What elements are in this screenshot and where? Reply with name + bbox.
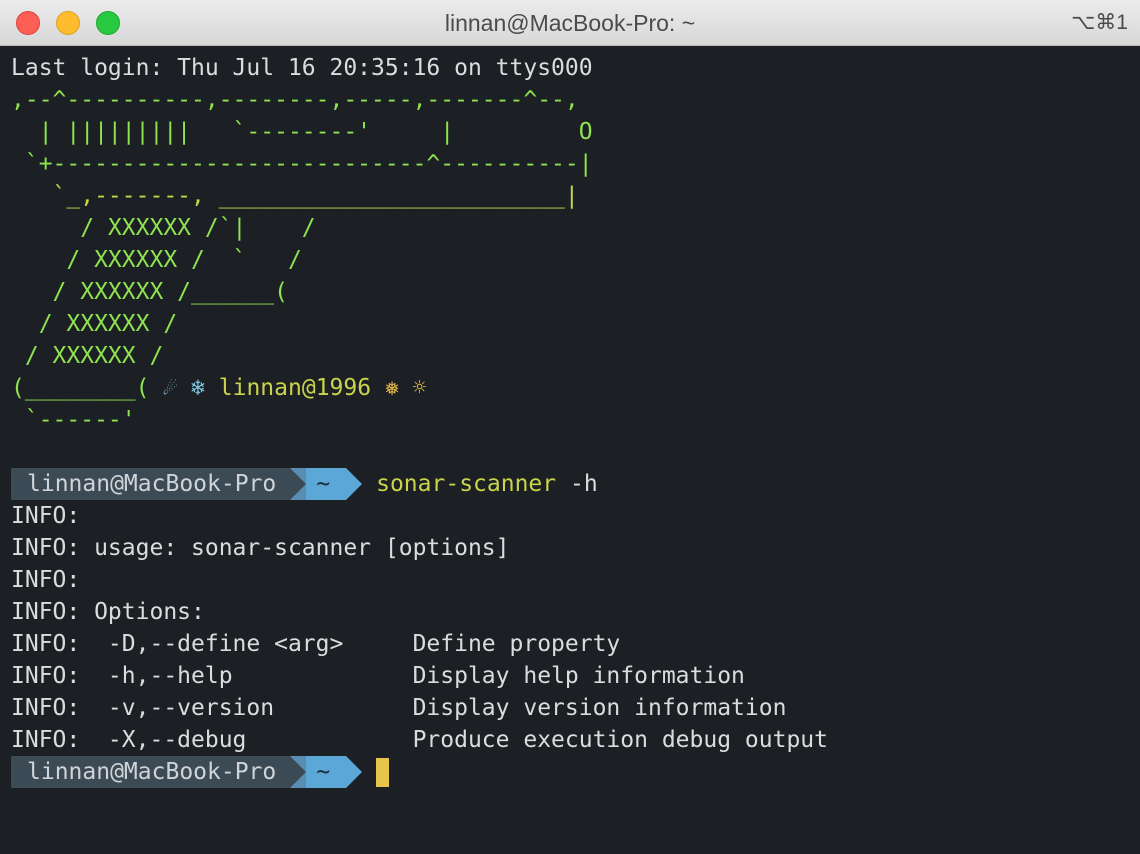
powerline-arrow-icon	[346, 468, 363, 500]
output-line: INFO: -v,--version Display version infor…	[11, 695, 787, 721]
window-shortcut: ⌥⌘1	[1071, 11, 1128, 34]
output-line: INFO: -D,--define <arg> Define property	[11, 631, 621, 657]
ascii-art-line: / XXXXXX /	[11, 311, 178, 337]
prompt-dir-segment: ~	[306, 756, 347, 788]
snowflake-icon: ❄	[191, 375, 205, 401]
prompt-user-segment: linnan@MacBook-Pro	[11, 756, 291, 788]
ascii-art-line: `+---------------------------^----------…	[11, 151, 593, 177]
ascii-art-line: / XXXXXX /`| /	[11, 215, 316, 241]
powerline-separator-icon	[290, 468, 307, 500]
title-bar[interactable]: linnan@MacBook-Pro: ~ ⌥⌘1	[0, 0, 1140, 46]
output-line: INFO:	[11, 503, 81, 529]
ascii-art-line: `_,-------, _________________________|	[11, 183, 579, 209]
text-cursor[interactable]	[376, 757, 390, 787]
snowflake-alt-icon: ❅	[384, 375, 399, 401]
command-name: sonar-scanner	[376, 471, 557, 497]
signature-text: linnan@1996	[218, 375, 372, 401]
ascii-art-line: `------'	[11, 407, 136, 433]
ascii-art-line: / XXXXXX /	[11, 343, 164, 369]
terminal-content[interactable]: Last login: Thu Jul 16 20:35:16 on ttys0…	[11, 52, 1140, 854]
command-text: sonar-scanner -h	[376, 468, 598, 500]
prompt-user-segment: linnan@MacBook-Pro	[11, 468, 291, 500]
prompt-line: linnan@MacBook-Pro ~ sonar-scanner -h	[11, 468, 1140, 500]
sun-icon: ☼	[412, 375, 427, 401]
ascii-art-signature-line: (________( ☄ ❄ linnan@1996 ❅ ☼	[11, 372, 1140, 404]
comet-icon: ☄	[163, 375, 178, 401]
prompt-dir-segment: ~	[306, 468, 347, 500]
last-login-line: Last login: Thu Jul 16 20:35:16 on ttys0…	[11, 55, 593, 81]
terminal-window: linnan@MacBook-Pro: ~ ⌥⌘1 Last login: Th…	[0, 0, 1140, 854]
prompt-line-active[interactable]: linnan@MacBook-Pro ~	[11, 756, 1140, 788]
powerline-arrow-icon	[346, 756, 363, 788]
output-line: INFO: -h,--help Display help information	[11, 663, 745, 689]
output-line: INFO: -X,--debug Produce execution debug…	[11, 727, 828, 753]
ascii-art-line: / XXXXXX / ` /	[11, 247, 302, 273]
ascii-art-grip: (________(	[11, 375, 164, 401]
output-line: INFO: usage: sonar-scanner [options]	[11, 535, 510, 561]
ascii-art-line: ,--^----------,--------,-----,-------^--…	[11, 87, 579, 113]
output-line: INFO: Options:	[11, 599, 205, 625]
output-line: INFO:	[11, 567, 81, 593]
ascii-art-line: / XXXXXX /______(	[11, 279, 288, 305]
powerline-separator-icon	[290, 756, 307, 788]
window-title: linnan@MacBook-Pro: ~	[444, 10, 696, 36]
command-argument: -h	[569, 471, 598, 497]
ascii-art-line: | ||||||||| `--------' | O	[11, 119, 593, 145]
